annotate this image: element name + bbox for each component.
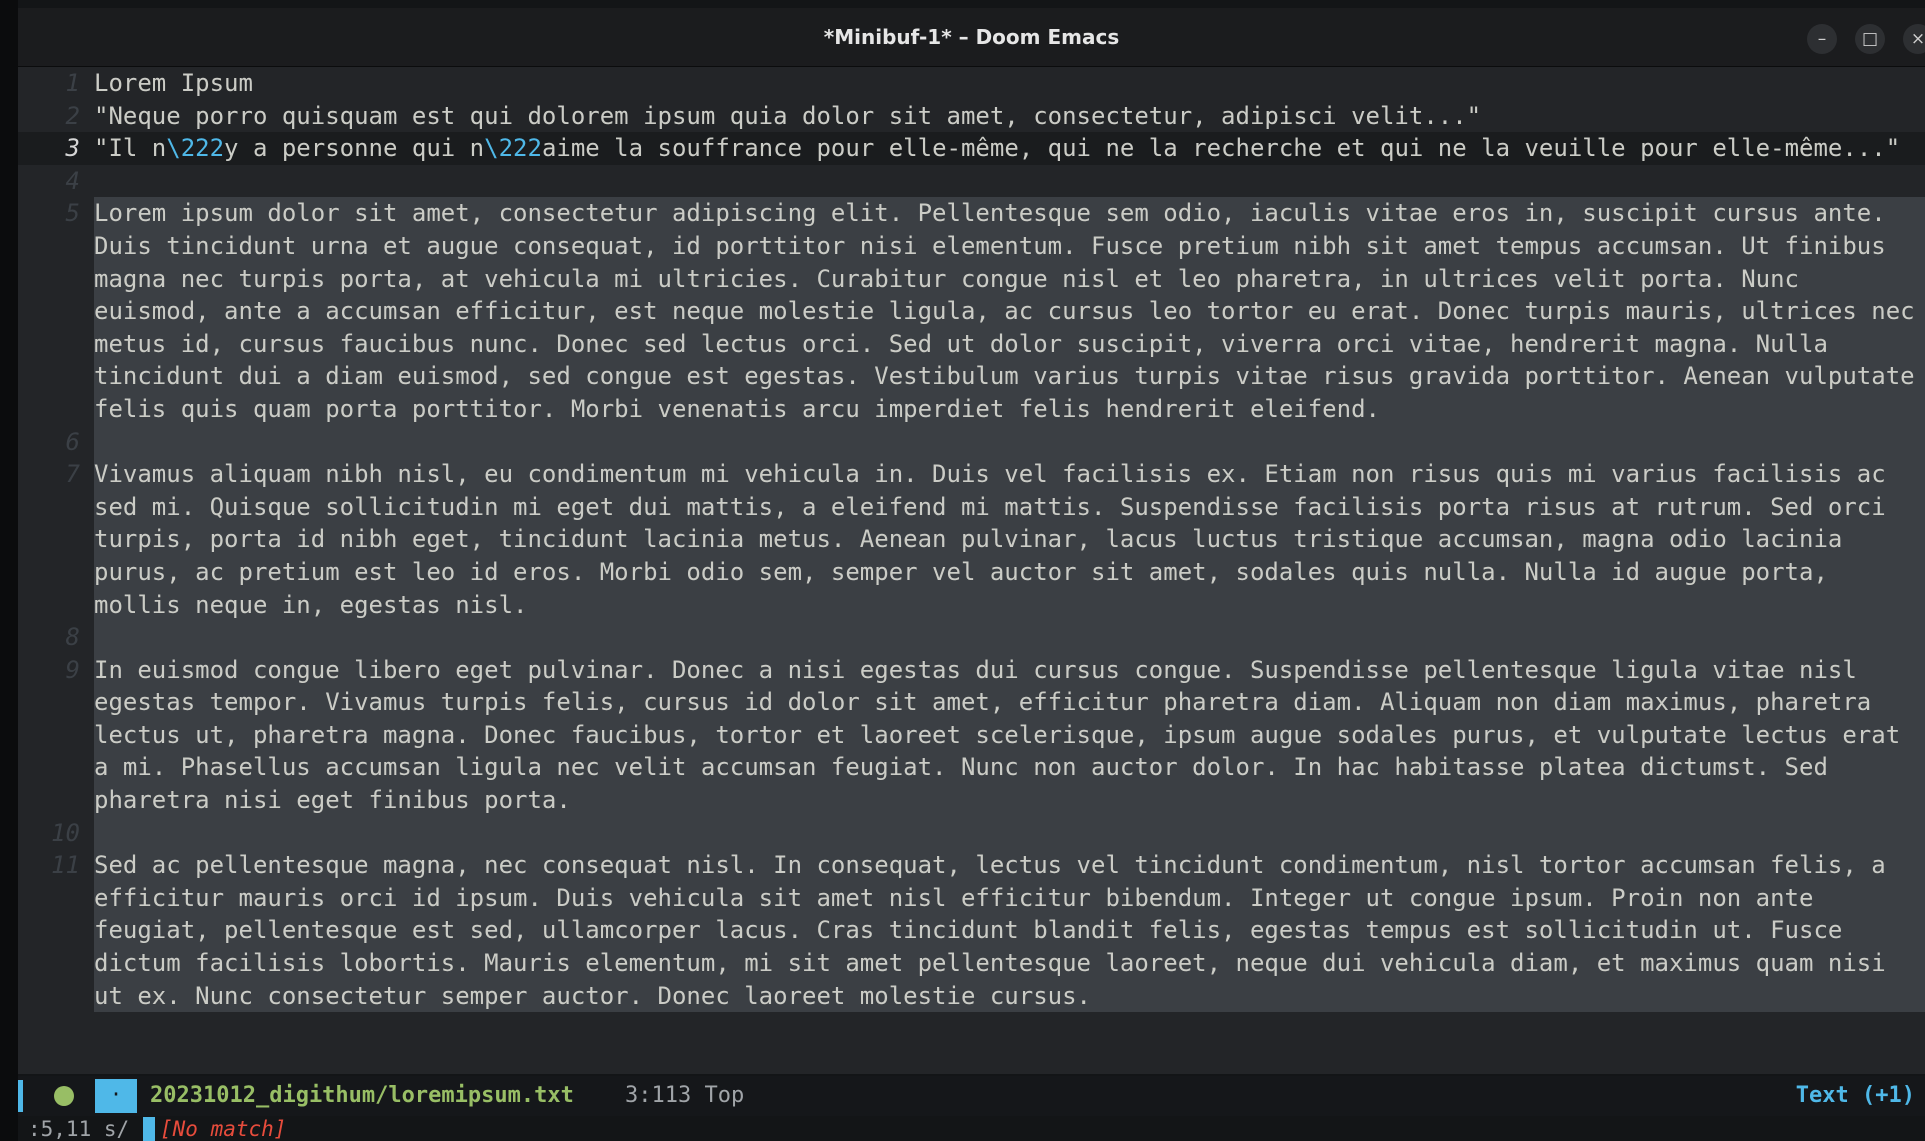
line-number: 8 bbox=[18, 621, 94, 654]
buffer-status-dot-icon bbox=[54, 1086, 74, 1106]
line-text[interactable] bbox=[94, 425, 1925, 459]
minimize-button[interactable]: – bbox=[1807, 24, 1837, 54]
editor-buffer[interactable]: 1 Lorem Ipsum 2 "Neque porro quisquam es… bbox=[18, 67, 1925, 1074]
line-text[interactable]: In euismod congue libero eget pulvinar. … bbox=[94, 653, 1925, 817]
line-text[interactable] bbox=[94, 165, 1925, 198]
minibuffer-prompt: :5,11 s/ bbox=[28, 1117, 130, 1141]
line-number: 11 bbox=[18, 849, 94, 1013]
escape-sequence: \222 bbox=[166, 134, 225, 163]
buffer-file-name[interactable]: 20231012_digithum/loremipsum.txt bbox=[150, 1076, 574, 1116]
line-number: 3 bbox=[65, 134, 80, 163]
line-number: 4 bbox=[65, 166, 80, 195]
line-number: 1 bbox=[65, 69, 80, 97]
editor-line-selected[interactable]: 8 bbox=[18, 621, 1925, 654]
editor-line-current[interactable]: 3 "Il n\222y a personne qui n\222aime la… bbox=[18, 132, 1925, 165]
minibuffer-message: [No match] bbox=[160, 1117, 287, 1141]
close-button[interactable]: × bbox=[1903, 24, 1925, 54]
text-segment: "Il n bbox=[94, 134, 167, 163]
line-number: 2 bbox=[65, 101, 80, 130]
editor-line[interactable]: 1 Lorem Ipsum bbox=[18, 67, 1925, 100]
text-cursor bbox=[143, 1117, 155, 1141]
scroll-position: Top bbox=[704, 1083, 745, 1108]
line-text[interactable]: Lorem Ipsum bbox=[94, 67, 1925, 100]
editor-line-selected[interactable]: 10 bbox=[18, 816, 1925, 850]
text-segment: y a personne qui n bbox=[224, 134, 485, 163]
window-title: *Minibuf-1* – Doom Emacs bbox=[823, 25, 1120, 49]
line-number: 7 bbox=[18, 458, 94, 622]
escape-sequence: \222 bbox=[484, 134, 542, 163]
minibuffer[interactable]: :5,11 s/ [No match] bbox=[18, 1117, 1925, 1141]
line-text[interactable] bbox=[94, 621, 1925, 654]
line-text[interactable]: "Neque porro quisquam est qui dolorem ip… bbox=[94, 100, 1925, 133]
major-mode[interactable]: Text (+1) bbox=[1796, 1076, 1915, 1116]
line-number: 6 bbox=[18, 425, 94, 459]
editor-line-selected[interactable]: 9 In euismod congue libero eget pulvinar… bbox=[18, 653, 1925, 817]
line-number: 9 bbox=[18, 653, 94, 817]
editor-line[interactable]: 4 bbox=[18, 165, 1925, 198]
line-text[interactable]: "Il n\222y a personne qui n\222aime la s… bbox=[94, 132, 1925, 165]
line-number: 5 bbox=[18, 197, 94, 426]
line-text[interactable]: Lorem ipsum dolor sit amet, consectetur … bbox=[94, 197, 1925, 426]
mode-line: · 20231012_digithum/loremipsum.txt 3:113… bbox=[18, 1076, 1925, 1116]
cursor-position: 3:113 Top bbox=[625, 1076, 744, 1116]
editor-line-selected[interactable]: 6 bbox=[18, 425, 1925, 459]
line-column: 3:113 bbox=[625, 1083, 692, 1108]
line-text[interactable]: Sed ac pellentesque magna, nec consequat… bbox=[94, 849, 1925, 1013]
modeline-active-bar bbox=[18, 1080, 23, 1112]
text-segment: aime la souffrance pour elle-même, qui n… bbox=[541, 134, 1901, 163]
editor-line[interactable]: 2 "Neque porro quisquam est qui dolorem … bbox=[18, 100, 1925, 133]
screen-edge bbox=[0, 0, 18, 1141]
editor-line-selected[interactable]: 5 Lorem ipsum dolor sit amet, consectetu… bbox=[18, 197, 1925, 426]
line-number: 10 bbox=[18, 816, 94, 850]
editor-line-selected[interactable]: 7 Vivamus aliquam nibh nisl, eu condimen… bbox=[18, 458, 1925, 622]
file-type-icon: · bbox=[95, 1079, 137, 1113]
editor-line-selected[interactable]: 11 Sed ac pellentesque magna, nec conseq… bbox=[18, 849, 1925, 1013]
title-bar[interactable]: *Minibuf-1* – Doom Emacs – □ × bbox=[18, 8, 1925, 67]
maximize-button[interactable]: □ bbox=[1855, 24, 1885, 54]
line-text[interactable]: Vivamus aliquam nibh nisl, eu condimentu… bbox=[94, 458, 1925, 622]
line-text[interactable] bbox=[94, 816, 1925, 850]
